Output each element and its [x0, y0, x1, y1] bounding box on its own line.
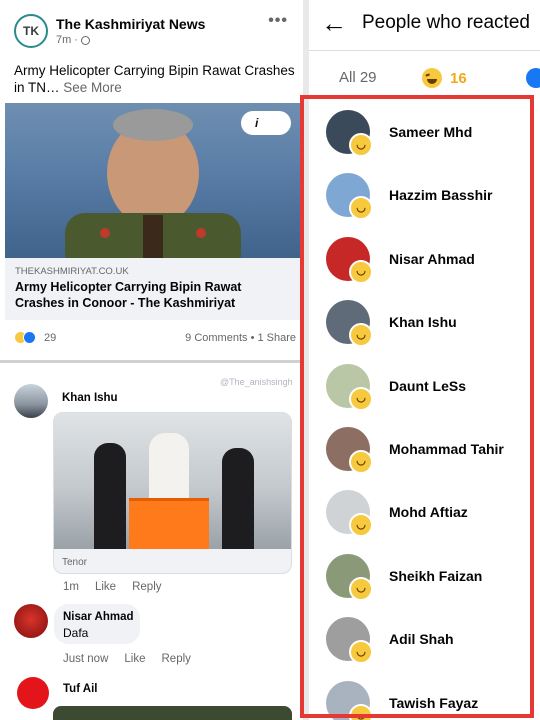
like-link[interactable]: Like: [95, 581, 116, 593]
reactor-row[interactable]: ◡ Mohd Aftiaz: [309, 480, 540, 543]
comment-actions: Just now Like Reply: [63, 653, 191, 665]
avatar[interactable]: [14, 604, 48, 638]
header-divider: [309, 50, 540, 51]
reactor-name[interactable]: Khan Ishu: [389, 314, 457, 330]
post-header: TK The Kashmiriyat News 7m · •••: [14, 12, 294, 52]
reactor-name[interactable]: Mohammad Tahir: [389, 441, 504, 457]
comment-time[interactable]: 1m: [63, 581, 79, 593]
comment-time[interactable]: Just now: [63, 653, 108, 665]
panel-title: People who reacted: [362, 12, 530, 33]
more-options-icon[interactable]: •••: [268, 12, 288, 30]
reactor-row[interactable]: ◡ Sheikh Faizan: [309, 544, 540, 607]
reactor-name[interactable]: Daunt LeSs: [389, 378, 466, 394]
reply-link[interactable]: Reply: [162, 653, 191, 665]
back-arrow-icon[interactable]: ←: [321, 10, 347, 36]
active-tab-indicator: [411, 96, 479, 99]
haha-icon: ◡: [349, 386, 373, 411]
link-preview-image[interactable]: i: [5, 103, 300, 258]
reactor-name[interactable]: Adil Shah: [389, 631, 454, 647]
reactor-row[interactable]: ◡ Tawish Fayaz: [309, 671, 540, 720]
reactor-row[interactable]: ◡ Daunt LeSs: [309, 354, 540, 417]
page-name[interactable]: The Kashmiriyat News: [56, 16, 205, 32]
haha-icon: ◡: [349, 133, 373, 157]
gif-podium: [129, 498, 209, 549]
post-meta: 7m ·: [56, 34, 90, 46]
comment-actions: 1m Like Reply: [63, 581, 162, 593]
reactor-row[interactable]: ◡ Nisar Ahmad: [309, 227, 540, 290]
haha-icon: ◡: [349, 576, 373, 601]
haha-count: 16: [450, 69, 467, 87]
comment-author[interactable]: Nisar Ahmad: [63, 611, 134, 623]
haha-icon: ◡: [349, 640, 373, 665]
reaction-count[interactable]: 29: [44, 332, 56, 344]
comment-gif[interactable]: Tenor: [53, 412, 292, 574]
reactions-summary[interactable]: 29 9 Comments • 1 Share: [14, 330, 296, 348]
reaction-icons: [14, 331, 36, 344]
haha-icon: ◡: [349, 196, 373, 221]
haha-icon: [422, 68, 442, 88]
post-text: Army Helicopter Carrying Bipin Rawat Cra…: [14, 62, 296, 96]
haha-icon: ◡: [349, 259, 373, 284]
comments-shares-count[interactable]: 9 Comments • 1 Share: [185, 332, 296, 344]
gif-figure: [149, 433, 189, 503]
reactor-name[interactable]: Mohd Aftiaz: [389, 504, 468, 520]
reactor-name[interactable]: Sheikh Faizan: [389, 568, 482, 584]
gif-image: [54, 413, 291, 549]
reactor-name[interactable]: Hazzim Basshir: [389, 187, 492, 203]
reactor-row[interactable]: ◡ Khan Ishu: [309, 290, 540, 353]
haha-icon: ◡: [349, 449, 373, 474]
like-reaction-icon: [23, 331, 36, 344]
comment-author[interactable]: Khan Ishu: [62, 392, 118, 404]
comment-author[interactable]: Tuf Ail: [63, 683, 98, 695]
reactor-name[interactable]: Sameer Mhd: [389, 124, 472, 140]
reactor-row[interactable]: ◡ Adil Shah: [309, 607, 540, 670]
comment-text: Dafa: [63, 626, 89, 640]
link-card[interactable]: THEKASHMIRIYAT.CO.UK Army Helicopter Car…: [5, 258, 300, 320]
reactor-name[interactable]: Nisar Ahmad: [389, 251, 475, 267]
gif-figure: [222, 448, 254, 549]
gif-figure: [94, 443, 126, 549]
post-time[interactable]: 7m: [56, 34, 71, 46]
reactor-row[interactable]: ◡ Mohammad Tahir: [309, 417, 540, 480]
people-list: ◡ Sameer Mhd ◡ Hazzim Basshir ◡ Nisar Ahmad ◡ K…: [309, 100, 540, 720]
globe-icon: [80, 35, 90, 45]
post-panel: TK The Kashmiriyat News 7m · ••• Army He…: [0, 0, 303, 720]
avatar[interactable]: [14, 384, 48, 418]
tab-all-reactions[interactable]: All 29: [339, 69, 377, 86]
like-link[interactable]: Like: [124, 653, 145, 665]
dot-separator: ·: [74, 34, 78, 46]
page-logo[interactable]: TK: [14, 14, 48, 48]
haha-icon: ◡: [349, 323, 373, 348]
post-body: Army Helicopter Carrying Bipin Rawat Cra…: [14, 63, 295, 95]
comment-image[interactable]: [53, 706, 292, 720]
gif-source-label: Tenor: [62, 557, 88, 568]
reactor-name[interactable]: Tawish Fayaz: [389, 695, 478, 711]
tab-haha-reactions[interactable]: 16: [422, 64, 467, 92]
reactions-panel: ← People who reacted All 29 16 ◡ Sameer M…: [309, 0, 540, 720]
link-domain: THEKASHMIRIYAT.CO.UK: [15, 266, 129, 277]
link-title: Army Helicopter Carrying Bipin Rawat Cra…: [15, 280, 242, 310]
like-icon[interactable]: [526, 68, 540, 88]
reply-link[interactable]: Reply: [132, 581, 161, 593]
haha-icon: ◡: [349, 513, 373, 538]
see-more-link[interactable]: See More: [63, 80, 122, 95]
watermark: @The_anishsingh: [220, 377, 293, 387]
info-button[interactable]: i: [241, 111, 291, 135]
reactor-row[interactable]: ◡ Hazzim Basshir: [309, 163, 540, 226]
section-divider: [0, 360, 303, 363]
reactor-row[interactable]: ◡ Sameer Mhd: [309, 100, 540, 163]
avatar[interactable]: [17, 677, 49, 709]
